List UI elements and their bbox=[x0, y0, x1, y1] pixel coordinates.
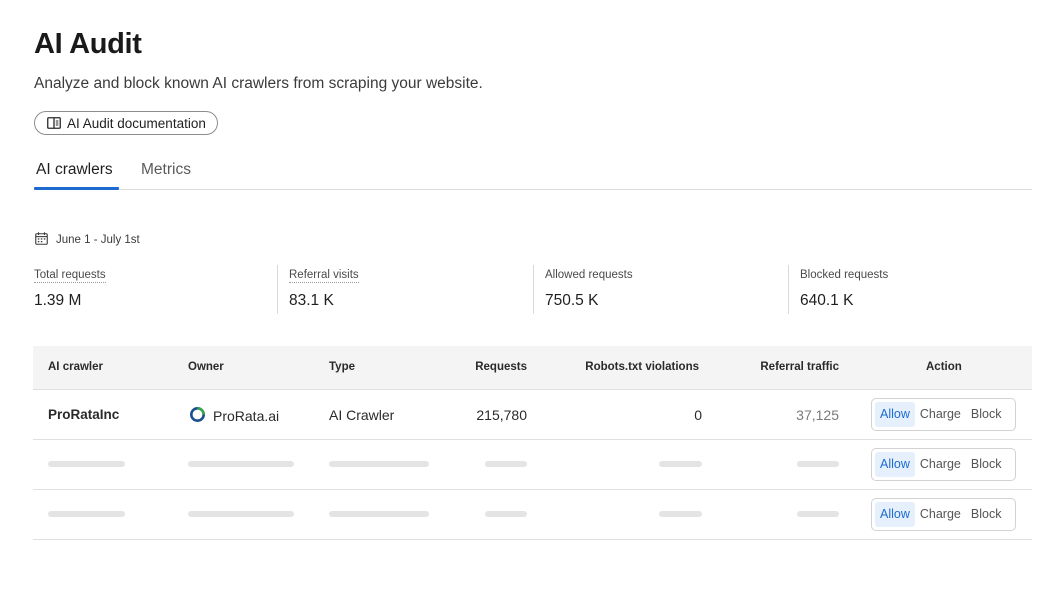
tab-ai-crawlers[interactable]: AI crawlers bbox=[36, 161, 113, 179]
column-header-action: Action bbox=[926, 361, 962, 373]
skeleton-bar bbox=[485, 461, 527, 467]
skeleton-bar bbox=[48, 461, 125, 467]
skeleton-bar bbox=[659, 461, 702, 467]
allow-button[interactable]: Allow bbox=[875, 502, 915, 527]
calendar-icon bbox=[35, 232, 48, 248]
block-button[interactable]: Block bbox=[966, 452, 1007, 477]
prorata-logo-icon bbox=[190, 407, 205, 425]
column-header-referral-traffic: Referral traffic bbox=[760, 361, 839, 373]
action-segmented-control: Allow Charge Block bbox=[871, 398, 1016, 431]
stat-total-requests: Total requests 1.39 M bbox=[34, 265, 106, 314]
tab-bar: AI crawlers Metrics bbox=[34, 158, 1032, 190]
column-header-robots-violations: Robots.txt violations bbox=[585, 361, 699, 373]
book-icon bbox=[47, 117, 61, 129]
table-header: AI crawler Owner Type Requests Robots.tx… bbox=[33, 346, 1032, 390]
table-row: ProRataInc ProRata.ai AI Crawler 215,780… bbox=[33, 390, 1032, 440]
charge-button[interactable]: Charge bbox=[915, 502, 966, 527]
action-segmented-control: Allow Charge Block bbox=[871, 448, 1016, 481]
skeleton-bar bbox=[329, 511, 429, 517]
tab-metrics[interactable]: Metrics bbox=[141, 161, 191, 179]
column-header-owner: Owner bbox=[188, 361, 224, 373]
skeleton-bar bbox=[48, 511, 125, 517]
stat-value: 1.39 M bbox=[34, 292, 82, 309]
owner-cell: ProRata.ai bbox=[190, 407, 279, 425]
stat-label[interactable]: Referral visits bbox=[289, 269, 359, 283]
column-header-type: Type bbox=[329, 361, 355, 373]
stat-value: 640.1 K bbox=[800, 292, 854, 309]
stat-allowed-requests: Allowed requests 750.5 K bbox=[533, 265, 633, 314]
date-range-picker[interactable]: June 1 - July 1st bbox=[35, 232, 140, 248]
allow-button[interactable]: Allow bbox=[875, 402, 915, 427]
skeleton-bar bbox=[188, 461, 294, 467]
skeleton-bar bbox=[329, 461, 429, 467]
skeleton-bar bbox=[797, 511, 839, 517]
charge-button[interactable]: Charge bbox=[915, 402, 966, 427]
charge-button[interactable]: Charge bbox=[915, 452, 966, 477]
page-title: AI Audit bbox=[34, 28, 142, 60]
active-tab-indicator bbox=[34, 187, 119, 190]
date-range-label: June 1 - July 1st bbox=[56, 234, 140, 246]
crawler-table: AI crawler Owner Type Requests Robots.tx… bbox=[33, 346, 1032, 540]
stat-label[interactable]: Total requests bbox=[34, 269, 106, 283]
skeleton-bar bbox=[188, 511, 294, 517]
skeleton-bar bbox=[659, 511, 702, 517]
stat-label: Blocked requests bbox=[800, 269, 889, 281]
column-header-ai-crawler: AI crawler bbox=[48, 361, 103, 373]
table-row-placeholder: Allow Charge Block bbox=[33, 440, 1032, 490]
skeleton-bar bbox=[797, 461, 839, 467]
allow-button[interactable]: Allow bbox=[875, 452, 915, 477]
block-button[interactable]: Block bbox=[966, 402, 1007, 427]
skeleton-bar bbox=[485, 511, 527, 517]
owner-name: ProRata.ai bbox=[213, 408, 280, 424]
stat-value: 750.5 K bbox=[545, 292, 599, 309]
crawler-type: AI Crawler bbox=[329, 407, 395, 423]
table-row-placeholder: Allow Charge Block bbox=[33, 490, 1032, 540]
page-subtitle: Analyze and block known AI crawlers from… bbox=[34, 75, 483, 92]
crawler-name: ProRataInc bbox=[48, 407, 120, 422]
stat-referral-visits: Referral visits 83.1 K bbox=[277, 265, 359, 314]
requests-count: 215,780 bbox=[476, 407, 527, 423]
robots-violations-count: 0 bbox=[694, 407, 702, 423]
action-segmented-control: Allow Charge Block bbox=[871, 498, 1016, 531]
documentation-link-label: AI Audit documentation bbox=[67, 115, 206, 131]
block-button[interactable]: Block bbox=[966, 502, 1007, 527]
stat-label: Allowed requests bbox=[545, 269, 633, 281]
documentation-link[interactable]: AI Audit documentation bbox=[34, 111, 218, 135]
stat-value: 83.1 K bbox=[289, 292, 334, 309]
stat-blocked-requests: Blocked requests 640.1 K bbox=[788, 265, 888, 314]
column-header-requests: Requests bbox=[475, 361, 527, 373]
referral-traffic-count: 37,125 bbox=[796, 407, 839, 423]
